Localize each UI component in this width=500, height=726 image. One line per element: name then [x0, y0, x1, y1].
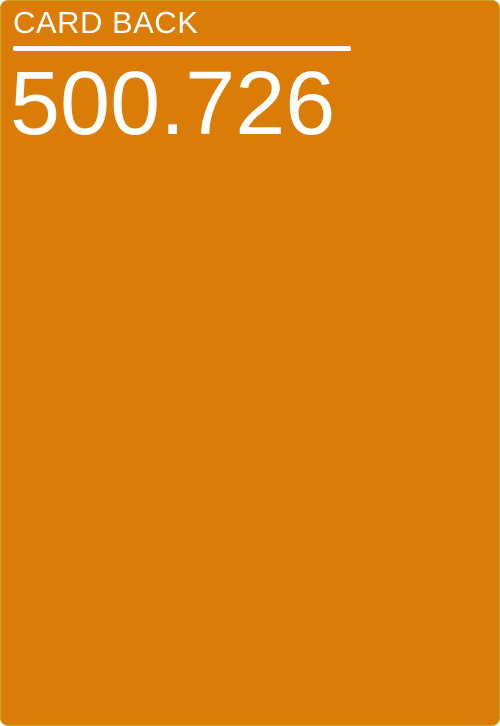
card-title: CARD BACK [13, 5, 199, 40]
card-back: CARD BACK 500.726 [0, 0, 500, 726]
title-divider [13, 46, 351, 51]
card-code: 500.726 [10, 54, 336, 154]
